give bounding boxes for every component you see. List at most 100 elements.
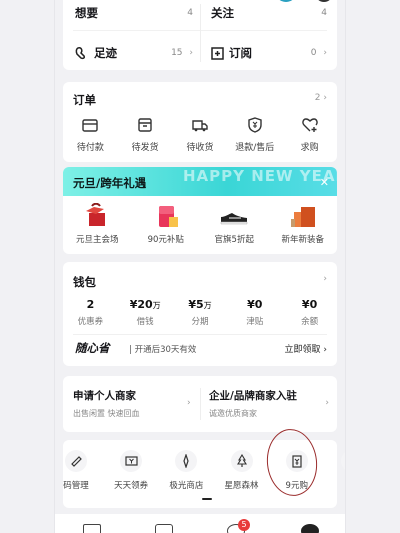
package-icon <box>138 118 152 132</box>
wallet-value: ¥0 <box>301 298 318 311</box>
orders-title: 订单 <box>73 93 96 107</box>
footprint-label: 足迹 <box>94 46 117 60</box>
tree-icon <box>230 450 253 472</box>
wallet-value: ¥0 <box>247 298 263 311</box>
order-pending-ship[interactable]: 待发货 <box>119 116 171 153</box>
profile-screen: 想要 4 关注 4 足迹 15 › 订阅 0 › 订单 2 › 待付款 待发货 … <box>55 0 345 533</box>
following-label: 关注 <box>211 6 234 20</box>
partial-icon <box>340 450 345 472</box>
divider <box>200 388 201 420</box>
wallet-label: 津贴 <box>246 317 264 327</box>
wallet-installment[interactable]: ¥5万 分期 <box>177 298 223 327</box>
personal-merchant[interactable]: 申请个人商家 出售闲置 快速回血 <box>73 388 198 419</box>
wallet-value: ¥5万 <box>188 298 212 311</box>
wallet-label: 余额 <box>301 317 319 327</box>
collections-card: 想要 4 关注 4 足迹 15 › 订阅 0 › <box>63 0 337 70</box>
promo-banner[interactable]: HAPPY NEW YEAR 元旦/跨年礼遇 ✕ 元旦主会场 90元补贴 官旗5… <box>63 167 337 254</box>
membership-note: | 开通后30天有效 <box>129 345 197 355</box>
merchant-subtitle: 出售闲置 快速回血 <box>73 409 140 418</box>
order-pending-receive[interactable]: 待收货 <box>174 116 226 153</box>
merchant-card: 申请个人商家 出售闲置 快速回血 › 企业/品牌商家入驻 诚邀优质商家 › <box>63 376 337 432</box>
claim-button[interactable]: 立即领取 › <box>285 342 327 355</box>
divider <box>73 334 327 335</box>
following-count: 4 <box>321 8 327 18</box>
chevron-right-icon[interactable]: › <box>323 274 327 284</box>
promo-item[interactable]: 元旦主会场 <box>65 203 129 245</box>
tool-label: 码管理 <box>63 481 89 491</box>
promo-item-label: 官旗5折起 <box>214 235 254 245</box>
merchant-title: 申请个人商家 <box>73 390 136 402</box>
sneaker-icon <box>221 213 248 225</box>
promo-item[interactable]: 90元补贴 <box>134 203 198 245</box>
wallet-icon <box>82 119 99 132</box>
wallet-loan[interactable]: ¥20万 借钱 <box>122 298 168 327</box>
chevron-right-icon[interactable]: › <box>325 398 329 408</box>
footprint-count: 15 › <box>171 48 193 58</box>
promo-item[interactable]: 新年新装备 <box>271 203 335 245</box>
tool-aurora-shop[interactable]: 极光商店 <box>161 450 211 491</box>
order-label: 退款/售后 <box>235 143 275 153</box>
profile-icon[interactable] <box>301 524 319 533</box>
tool-zero-yuan[interactable]: 0元 <box>327 450 345 491</box>
subscription-label: 订阅 <box>229 46 252 60</box>
wallet-value: ¥20万 <box>129 298 161 311</box>
tool-label: 极光商店 <box>169 481 204 491</box>
order-label: 待付款 <box>76 143 104 153</box>
tool-daily-coupon[interactable]: 天天领券 <box>106 450 156 491</box>
wallet-label: 分期 <box>191 317 209 327</box>
truck-icon <box>192 120 208 132</box>
orders-card: 订单 2 › 待付款 待发货 待收货 退款/售后 求购 <box>63 82 337 162</box>
home-icon[interactable] <box>83 524 101 533</box>
wallet-card: 钱包 › 2 优惠券 ¥20万 借钱 ¥5万 分期 ¥0 津贴 ¥0 余额 随心… <box>63 262 337 366</box>
wanted-label: 想要 <box>75 6 98 20</box>
plus-square-icon <box>211 46 224 60</box>
suixinsheng-logo: 随心省 <box>75 341 110 355</box>
shield-yen-icon <box>248 117 262 133</box>
merchant-subtitle: 诚邀优质商家 <box>209 409 257 418</box>
subscription-count: 0 › <box>310 48 327 58</box>
tool-wish-forest[interactable]: 星愿森林 <box>217 450 267 491</box>
wallet-label: 借钱 <box>136 317 154 327</box>
red-envelope-icon <box>158 206 178 227</box>
close-icon[interactable]: ✕ <box>320 176 329 189</box>
ticket-icon <box>120 450 143 472</box>
order-pending-payment[interactable]: 待付款 <box>64 116 116 153</box>
orders-more[interactable]: 2 › <box>315 93 327 103</box>
heart-plus-icon <box>301 118 318 132</box>
promo-item-label: 90元补贴 <box>147 235 184 245</box>
wanted-item[interactable]: 想要 4 <box>75 0 193 28</box>
sparkle-icon <box>175 450 198 472</box>
promo-item-label: 元旦主会场 <box>75 235 119 245</box>
bag-icon[interactable] <box>155 524 173 533</box>
wallet-title: 钱包 <box>73 275 96 289</box>
promo-item-label: 新年新装备 <box>281 235 324 245</box>
order-label: 待收货 <box>186 143 214 153</box>
wallet-balance[interactable]: ¥0 余额 <box>287 298 333 327</box>
order-label: 求购 <box>300 143 319 153</box>
promo-item[interactable]: 官旗5折起 <box>202 203 266 245</box>
order-label: 待发货 <box>131 143 159 153</box>
tool-label: 天天领券 <box>114 481 149 491</box>
order-refund[interactable]: 退款/售后 <box>229 116 281 153</box>
enterprise-merchant[interactable]: 企业/品牌商家入驻 诚邀优质商家 <box>209 388 334 419</box>
chevron-right-icon[interactable]: › <box>187 398 191 408</box>
message-badge: 5 <box>238 519 250 531</box>
wanted-count: 4 <box>187 8 193 18</box>
tool-code-manage[interactable]: 码管理 <box>55 450 101 491</box>
footprint-icon <box>75 47 85 60</box>
bottom-nav: 5 <box>55 514 345 533</box>
wallet-coupons[interactable]: 2 优惠券 <box>67 298 113 327</box>
merchant-title: 企业/品牌商家入驻 <box>209 390 297 402</box>
subscription-item[interactable]: 订阅 0 › <box>211 38 327 68</box>
order-wanted[interactable]: 求购 <box>284 116 336 153</box>
scroll-indicator <box>202 498 212 500</box>
shoe-box-icon <box>86 203 106 226</box>
footprint-item[interactable]: 足迹 15 › <box>75 38 193 68</box>
wallet-label: 优惠券 <box>77 317 104 327</box>
gear-pack-icon <box>290 207 315 227</box>
ruler-icon <box>65 450 87 472</box>
following-item[interactable]: 关注 4 <box>211 0 327 28</box>
wallet-allowance[interactable]: ¥0 津贴 <box>232 298 278 327</box>
tool-label: 星愿森林 <box>224 481 259 491</box>
wallet-value: 2 <box>86 298 95 311</box>
